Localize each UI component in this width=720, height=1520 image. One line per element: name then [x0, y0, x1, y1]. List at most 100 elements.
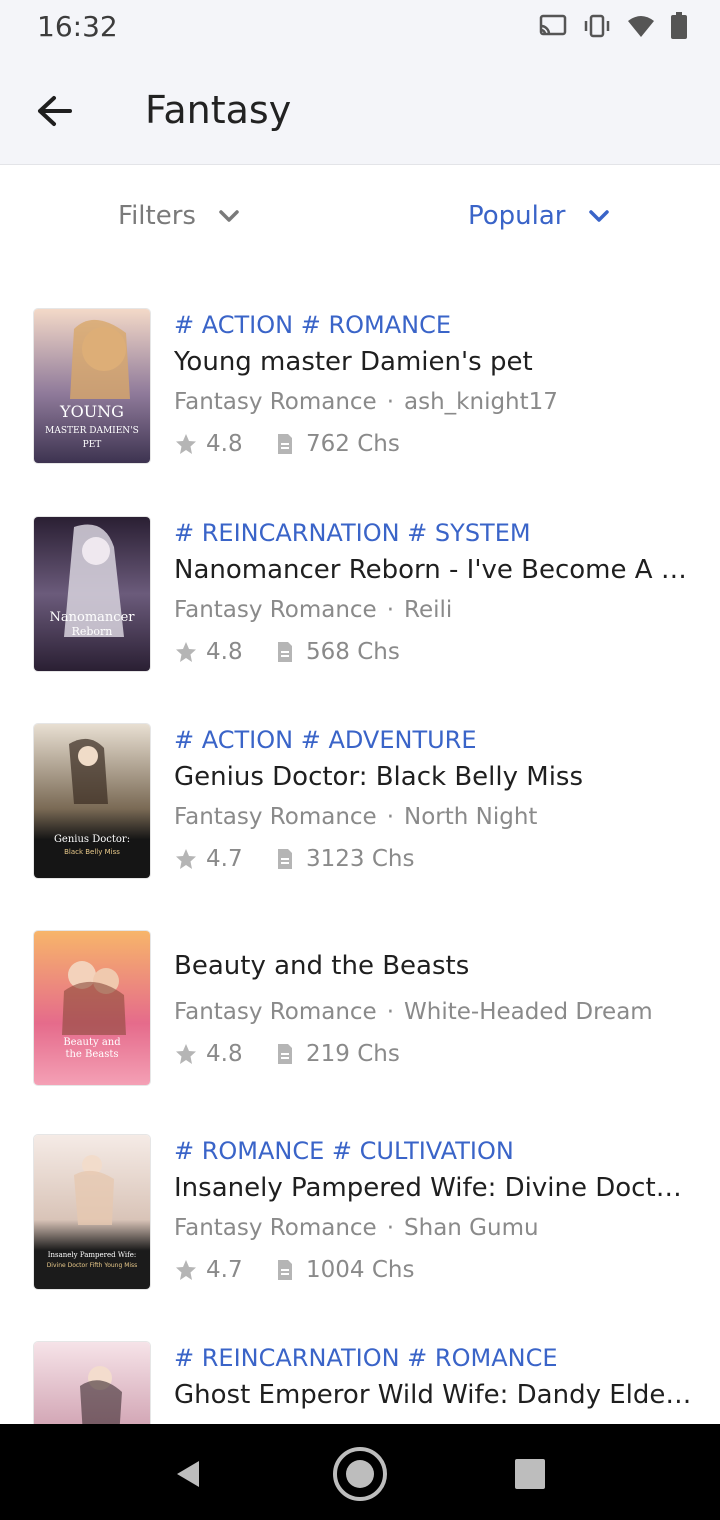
book-chapters: 219 Chs	[306, 1041, 400, 1067]
book-cover: Nanomancer Reborn	[33, 516, 151, 672]
book-author: Reili	[404, 597, 453, 623]
system-nav-bar	[0, 1424, 720, 1520]
book-genre: Fantasy Romance	[174, 597, 377, 623]
book-meta: Fantasy Romance · Reili	[174, 590, 694, 630]
book-chapters: 762 Chs	[306, 431, 400, 457]
book-genre: Fantasy Romance	[174, 1215, 377, 1241]
chevron-down-icon	[219, 210, 239, 222]
cover-text: Nanomancer	[50, 610, 136, 625]
book-stats: 4.7 1004 Chs	[174, 1248, 694, 1292]
book-chapters: 568 Chs	[306, 639, 400, 665]
document-icon	[278, 642, 292, 662]
cover-text: the Beasts	[65, 1049, 118, 1060]
chevron-down-icon	[588, 210, 609, 222]
book-cover: Beauty and the Beasts	[33, 930, 151, 1086]
star-icon	[176, 849, 196, 869]
book-rating: 4.7	[206, 1257, 243, 1283]
document-icon	[278, 1260, 292, 1280]
filters-label: Filters	[118, 201, 196, 231]
arrow-left-icon	[38, 96, 72, 126]
book-rating: 4.8	[206, 1041, 243, 1067]
nav-recents-button[interactable]	[502, 1446, 558, 1502]
book-title: Genius Doctor: Black Belly Miss	[174, 762, 584, 792]
cast-icon	[538, 13, 568, 44]
cover-text: Genius Doctor:	[54, 834, 130, 845]
book-rating: 4.8	[206, 431, 243, 457]
star-icon	[176, 434, 196, 454]
cover-text: PET	[83, 440, 102, 450]
cover-text: Beauty and	[63, 1037, 121, 1048]
back-button[interactable]	[30, 86, 80, 136]
book-chapters: 3123 Chs	[306, 846, 415, 872]
book-cover: Insanely Pampered Wife: Divine Doctor Fi…	[33, 1134, 151, 1290]
app-bar: Fantasy	[0, 56, 720, 165]
cover-text: Divine Doctor Fifth Young Miss	[47, 1262, 138, 1269]
book-rating: 4.8	[206, 639, 243, 665]
status-bar: 16:32	[0, 0, 720, 56]
cover-text: YOUNG	[59, 402, 124, 421]
book-tags: # REINCARNATION # ROMANCE	[174, 1344, 558, 1372]
cover-text: Insanely Pampered Wife:	[48, 1251, 137, 1259]
book-stats: 4.8 762 Chs	[174, 422, 694, 466]
circle-home-icon	[333, 1447, 387, 1501]
book-item[interactable]: YOUNG MASTER DAMIEN'S PET # ACTION # ROM…	[0, 308, 720, 478]
book-title: Insanely Pampered Wife: Divine Doctor F.…	[174, 1173, 694, 1203]
book-title: Ghost Emperor Wild Wife: Dandy Eldest ..…	[174, 1380, 694, 1410]
separator-dot: ·	[386, 597, 395, 623]
book-meta: Fantasy Romance · Shan Gumu	[174, 1208, 694, 1248]
book-genre: Fantasy Romance	[174, 389, 377, 415]
cover-text: Black Belly Miss	[64, 848, 120, 856]
book-title: Nanomancer Reborn - I've Become A Sno...	[174, 555, 694, 585]
book-item[interactable]: Beauty and the Beasts Beauty and the Bea…	[0, 930, 720, 1100]
document-icon	[278, 1044, 292, 1064]
vibrate-icon	[582, 13, 612, 44]
book-meta: Fantasy Romance · White-Headed Dream	[174, 992, 694, 1032]
status-time: 16:32	[37, 10, 118, 43]
book-author: Shan Gumu	[404, 1215, 539, 1241]
filters-dropdown[interactable]: Filters	[118, 201, 240, 231]
book-item[interactable]: Genius Doctor: Black Belly Miss # ACTION…	[0, 723, 720, 893]
star-icon	[176, 642, 196, 662]
book-meta: Fantasy Romance · ash_knight17	[174, 382, 694, 422]
cover-text: MASTER DAMIEN'S	[45, 426, 139, 436]
document-icon	[278, 849, 292, 869]
book-tags: # ROMANCE # CULTIVATION	[174, 1137, 514, 1165]
book-rating: 4.7	[206, 846, 243, 872]
book-tags: # ACTION # ROMANCE	[174, 311, 452, 339]
separator-dot: ·	[386, 1215, 395, 1241]
triangle-back-icon	[177, 1461, 199, 1487]
separator-dot: ·	[386, 999, 395, 1025]
sort-dropdown[interactable]: Popular	[468, 201, 610, 231]
document-icon	[278, 434, 292, 454]
book-stats: 4.8 568 Chs	[174, 630, 694, 674]
book-stats: 4.7 3123 Chs	[174, 837, 694, 881]
separator-dot: ·	[386, 389, 395, 415]
book-tags: # REINCARNATION # SYSTEM	[174, 519, 531, 547]
book-meta: Fantasy Romance · North Night	[174, 797, 694, 837]
book-genre: Fantasy Romance	[174, 999, 377, 1025]
page-title: Fantasy	[145, 88, 292, 132]
sort-label: Popular	[468, 201, 566, 231]
star-icon	[176, 1044, 196, 1064]
book-item[interactable]: Insanely Pampered Wife: Divine Doctor Fi…	[0, 1134, 720, 1304]
book-stats: 4.8 219 Chs	[174, 1032, 694, 1076]
book-chapters: 1004 Chs	[306, 1257, 415, 1283]
status-icons	[538, 12, 688, 45]
book-cover: Genius Doctor: Black Belly Miss	[33, 723, 151, 879]
book-genre: Fantasy Romance	[174, 804, 377, 830]
square-recents-icon	[515, 1459, 545, 1489]
book-item[interactable]: Nanomancer Reborn # REINCARNATION # SYST…	[0, 516, 720, 686]
separator-dot: ·	[386, 804, 395, 830]
wifi-icon	[626, 13, 656, 44]
book-author: North Night	[404, 804, 538, 830]
book-title: Beauty and the Beasts	[174, 951, 470, 981]
book-title: Young master Damien's pet	[174, 347, 533, 377]
book-author: ash_knight17	[404, 389, 558, 415]
filter-row: Filters Popular	[0, 165, 720, 275]
nav-home-button[interactable]	[332, 1446, 388, 1502]
book-cover: YOUNG MASTER DAMIEN'S PET	[33, 308, 151, 464]
book-tags: # ACTION # ADVENTURE	[174, 726, 477, 754]
nav-back-button[interactable]	[160, 1446, 216, 1502]
book-author: White-Headed Dream	[404, 999, 653, 1025]
battery-icon	[670, 12, 688, 45]
